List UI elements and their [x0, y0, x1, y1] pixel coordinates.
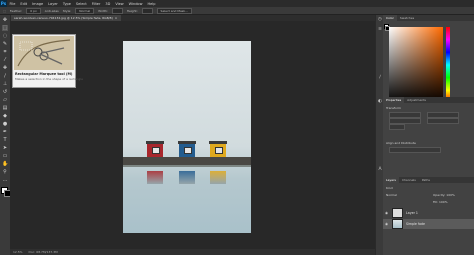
yellow-hut-reflection	[210, 171, 226, 184]
tab-color[interactable]: Color	[383, 15, 397, 21]
lasso-tool-icon[interactable]: ◌	[2, 33, 8, 39]
transform-height-field[interactable]	[427, 112, 459, 118]
color-picker-field[interactable]	[389, 27, 443, 103]
rectangle-tool-icon[interactable]: ▭	[2, 153, 8, 159]
zoom-tool-icon[interactable]: ⚲	[2, 169, 8, 175]
gradient-tool-icon[interactable]: ▤	[2, 105, 8, 111]
width-label: Width:	[98, 8, 108, 13]
layer-thumbnail	[392, 219, 403, 229]
brush-tool-icon[interactable]: ∕	[2, 73, 8, 79]
hue-slider[interactable]	[446, 27, 450, 103]
tab-properties[interactable]: Properties	[383, 97, 405, 103]
menu-3d[interactable]: 3D	[103, 2, 113, 6]
fill-field[interactable]: Fill: 100%	[433, 200, 448, 204]
tab-swatches[interactable]: Swatches	[397, 16, 417, 20]
antialias-checkbox[interactable]: Anti-alias	[45, 9, 59, 13]
tab-adjustments[interactable]: Adjustments	[404, 98, 429, 102]
align-distribute-title[interactable]: Align and Distribute	[386, 141, 416, 145]
document-tab-label: sarah-woolven-canuso-794134.jpg @ 12.5% …	[14, 16, 113, 20]
menu-image[interactable]: Image	[30, 2, 46, 6]
properties-panel-tabs: Properties Adjustments	[383, 97, 474, 103]
document-image[interactable]	[123, 41, 251, 233]
blue-hut-reflection	[179, 171, 195, 184]
blend-mode-select[interactable]: Normal	[386, 193, 397, 197]
height-label: Height:	[126, 8, 138, 13]
transform-width-field[interactable]	[389, 112, 421, 118]
align-buttons[interactable]	[389, 147, 441, 153]
clone-stamp-tool-icon[interactable]: ⊥	[2, 81, 8, 87]
layer-row-simple-fade[interactable]: ◉ Simple fade	[383, 219, 474, 229]
menu-filter[interactable]: Filter	[89, 2, 103, 6]
tool-tooltip: Rectangular Marquee tool (M) Makes a sel…	[12, 34, 83, 88]
tab-paths[interactable]: Paths	[419, 178, 433, 182]
options-bar: ⬚ Feather: 0 px Anti-alias Style: Normal…	[0, 7, 474, 15]
eraser-tool-icon[interactable]: ▱	[2, 97, 8, 103]
tab-channels[interactable]: Channels	[399, 178, 419, 182]
opacity-field[interactable]: Opacity: 100%	[433, 193, 455, 197]
transform-y-field[interactable]	[427, 118, 459, 124]
transform-angle-field[interactable]	[389, 124, 405, 130]
menu-view[interactable]: View	[113, 2, 126, 6]
type-tool-icon[interactable]: T	[2, 137, 8, 143]
history-brush-tool-icon[interactable]: ↺	[2, 89, 8, 95]
marquee-tool-icon[interactable]: ⬚	[3, 9, 6, 13]
right-panel-dock: Color Swatches Properties Adjustments Tr…	[383, 15, 474, 255]
crop-tool-icon[interactable]: ⌗	[2, 49, 8, 55]
width-input[interactable]	[111, 7, 123, 14]
blur-tool-icon[interactable]: ◆	[2, 113, 8, 119]
pen-tool-icon[interactable]: ✒	[2, 129, 8, 135]
menu-window[interactable]: Window	[126, 2, 145, 6]
status-bar: 12.5% Doc: 68.7M/137.3M	[10, 249, 375, 255]
transform-x-field[interactable]	[389, 118, 421, 124]
rectangular-marquee-tool-icon[interactable]: ⬚	[2, 25, 8, 31]
tooltip-preview-image	[14, 36, 74, 70]
menu-edit[interactable]: Edit	[18, 2, 30, 6]
menu-select[interactable]: Select	[73, 2, 89, 6]
feather-input[interactable]: 0 px	[26, 7, 41, 14]
style-label: Style:	[62, 8, 72, 13]
feather-label: Feather:	[9, 8, 23, 13]
layer-name: Layer 1	[406, 211, 418, 215]
menu-file[interactable]: File	[7, 2, 18, 6]
zoom-level[interactable]: 12.5%	[13, 250, 23, 254]
red-hut	[146, 141, 164, 157]
dodge-tool-icon[interactable]: ●	[2, 121, 8, 127]
close-icon[interactable]: ×	[115, 16, 118, 20]
eyedropper-tool-icon[interactable]: ⁄	[2, 57, 8, 63]
style-select[interactable]: Normal	[75, 7, 95, 14]
stone-pier	[123, 157, 251, 165]
hand-tool-icon[interactable]: ✋	[2, 161, 8, 167]
move-tool-icon[interactable]: ✥	[2, 17, 8, 23]
more-tools-icon[interactable]: …	[2, 177, 8, 183]
layer-filter-kind[interactable]: Kind	[386, 186, 393, 190]
healing-brush-tool-icon[interactable]: ✚	[2, 65, 8, 71]
layer-name: Simple fade	[406, 222, 425, 226]
red-hut-reflection	[147, 171, 163, 184]
quick-selection-tool-icon[interactable]: ✎	[2, 41, 8, 47]
menu-type[interactable]: Type	[60, 2, 73, 6]
height-input[interactable]	[141, 7, 153, 14]
photoshop-logo[interactable]: Ps	[0, 0, 7, 7]
layers-panel-tabs: Layers Channels Paths	[383, 177, 474, 183]
transform-section-title[interactable]: Transform	[386, 106, 401, 110]
tooltip-title: Rectangular Marquee tool (M)	[15, 72, 73, 76]
tab-layers[interactable]: Layers	[383, 177, 399, 183]
layer-thumbnail	[392, 208, 403, 218]
yellow-hut	[209, 141, 227, 157]
menu-help[interactable]: Help	[145, 2, 158, 6]
waterline	[123, 165, 251, 167]
tooltip-description: Makes a selection in the shape of a rect…	[15, 77, 84, 81]
doc-size: Doc: 68.7M/137.3M	[28, 250, 58, 254]
menu-layer[interactable]: Layer	[46, 2, 61, 6]
eye-icon[interactable]: ◉	[385, 211, 389, 215]
menu-bar: Ps File Edit Image Layer Type Select Fil…	[0, 0, 474, 7]
path-selection-tool-icon[interactable]: ➤	[2, 145, 8, 151]
blue-hut	[178, 141, 196, 157]
eye-icon[interactable]: ◉	[385, 222, 389, 226]
color-panel-tabs: Color Swatches	[383, 15, 474, 21]
layer-row-layer-1[interactable]: ◉ Layer 1	[383, 208, 474, 218]
select-and-mask-button[interactable]: Select and Mask...	[156, 7, 192, 14]
